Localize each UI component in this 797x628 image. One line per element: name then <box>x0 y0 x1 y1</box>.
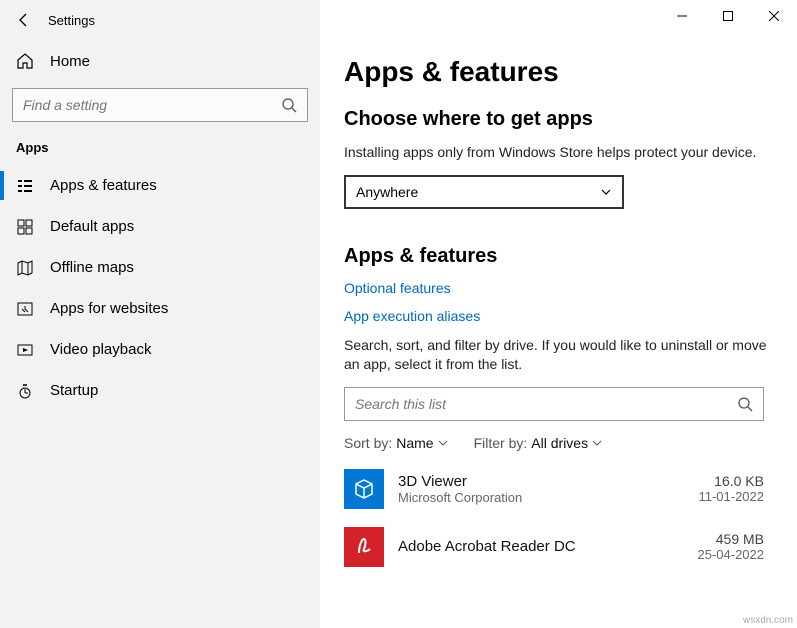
back-button[interactable] <box>16 12 32 28</box>
optional-features-link[interactable]: Optional features <box>344 280 773 296</box>
page-title: Apps & features <box>344 56 773 88</box>
sidebar-section: Apps <box>0 132 320 165</box>
watermark: wsxdn.com <box>743 615 793 626</box>
filter-label: Filter by: <box>474 435 528 451</box>
chevron-down-icon <box>438 438 448 448</box>
default-apps-icon <box>16 219 34 235</box>
filter-by-control[interactable]: Filter by: All drives <box>474 435 602 451</box>
app-name: 3D Viewer <box>398 473 684 490</box>
app-size: 16.0 KB <box>698 473 764 489</box>
app-publisher: Microsoft Corporation <box>398 490 684 505</box>
app-source-dropdown[interactable]: Anywhere <box>344 175 624 209</box>
apps-list-search-input[interactable] <box>355 396 737 412</box>
window-title: Settings <box>48 13 95 28</box>
search-icon <box>737 396 753 412</box>
section-choose-apps-title: Choose where to get apps <box>344 108 773 131</box>
apps-list-search[interactable] <box>344 387 764 421</box>
app-size: 459 MB <box>698 531 765 547</box>
sidebar-item-label: Startup <box>50 382 98 399</box>
app-row[interactable]: Adobe Acrobat Reader DC 459 MB 25-04-202… <box>344 527 764 567</box>
apps-features-icon <box>16 178 34 194</box>
find-setting-search[interactable] <box>12 88 308 122</box>
maximize-button[interactable] <box>705 0 751 32</box>
maximize-icon <box>723 11 733 21</box>
sort-value: Name <box>396 435 433 451</box>
sidebar-item-apps-features[interactable]: Apps & features <box>0 165 320 206</box>
sidebar-item-offline-maps[interactable]: Offline maps <box>0 247 320 288</box>
app-date: 25-04-2022 <box>698 547 765 562</box>
home-label: Home <box>50 53 90 70</box>
filter-value: All drives <box>531 435 588 451</box>
chevron-down-icon <box>600 186 612 198</box>
sort-label: Sort by: <box>344 435 392 451</box>
offline-maps-icon <box>16 260 34 276</box>
sidebar-item-label: Offline maps <box>50 259 134 276</box>
close-button[interactable] <box>751 0 797 32</box>
sidebar-item-default-apps[interactable]: Default apps <box>0 206 320 247</box>
video-playback-icon <box>16 342 34 358</box>
apps-websites-icon <box>16 301 34 317</box>
minimize-icon <box>677 11 687 21</box>
minimize-button[interactable] <box>659 0 705 32</box>
app-date: 11-01-2022 <box>698 489 764 504</box>
section-choose-apps-body: Installing apps only from Windows Store … <box>344 143 773 163</box>
sidebar-item-video-playback[interactable]: Video playback <box>0 329 320 370</box>
app-icon-3d-viewer <box>344 469 384 509</box>
search-icon <box>281 97 297 113</box>
app-icon-acrobat <box>344 527 384 567</box>
app-name: Adobe Acrobat Reader DC <box>398 538 684 555</box>
sidebar-item-startup[interactable]: Startup <box>0 370 320 411</box>
sidebar-item-label: Default apps <box>50 218 134 235</box>
dropdown-value: Anywhere <box>356 184 418 200</box>
app-aliases-link[interactable]: App execution aliases <box>344 308 773 324</box>
find-setting-input[interactable] <box>23 97 281 113</box>
section-apps-features-title: Apps & features <box>344 245 773 268</box>
sidebar-item-label: Apps for websites <box>50 300 168 317</box>
sort-by-control[interactable]: Sort by: Name <box>344 435 448 451</box>
sidebar-item-label: Apps & features <box>50 177 157 194</box>
home-nav[interactable]: Home <box>0 42 320 80</box>
chevron-down-icon <box>592 438 602 448</box>
sidebar-item-apps-websites[interactable]: Apps for websites <box>0 288 320 329</box>
close-icon <box>769 11 779 21</box>
app-row[interactable]: 3D Viewer Microsoft Corporation 16.0 KB … <box>344 469 764 509</box>
home-icon <box>16 52 34 70</box>
sidebar-item-label: Video playback <box>50 341 151 358</box>
startup-icon <box>16 383 34 399</box>
arrow-left-icon <box>16 12 32 28</box>
apps-list-body: Search, sort, and filter by drive. If yo… <box>344 336 773 375</box>
